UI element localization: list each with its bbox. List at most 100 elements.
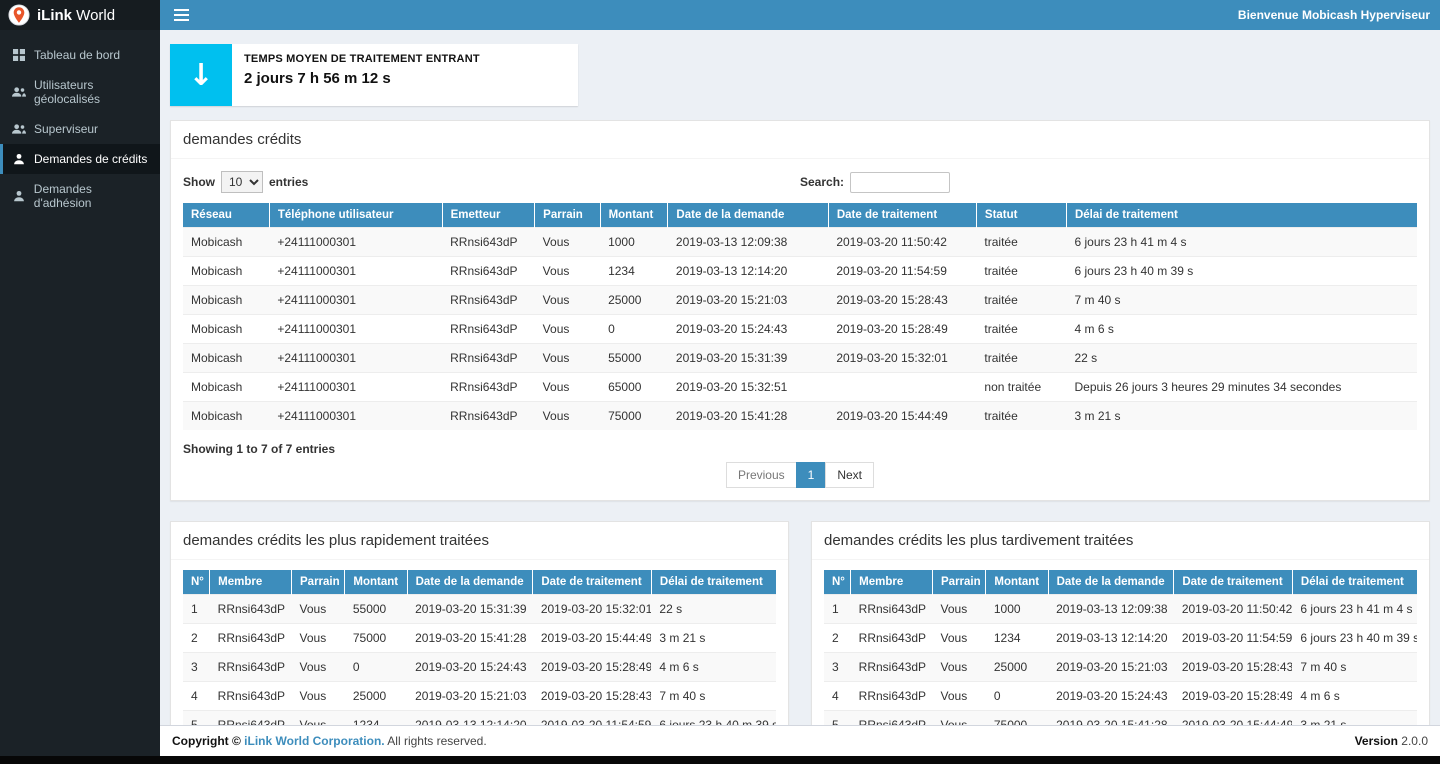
table-row: Mobicash+24111000301RRnsi643dPVous02019-… (183, 315, 1417, 344)
table-cell (828, 373, 976, 402)
datatable-controls: Show 10 entries Search: (183, 171, 1417, 193)
table-cell: 2019-03-20 15:32:01 (828, 344, 976, 373)
column-header[interactable]: Date de la demande (1048, 570, 1174, 595)
table-cell: 7 m 40 s (1066, 286, 1417, 315)
table-cell: Vous (292, 624, 345, 653)
column-header[interactable]: Parrain (933, 570, 986, 595)
column-header[interactable]: Montant (600, 203, 668, 228)
infobox-value: 2 jours 7 h 56 m 12 s (244, 70, 480, 87)
entries-label: entries (269, 175, 308, 189)
table-cell: 2019-03-20 15:21:03 (668, 286, 828, 315)
infobox-text: TEMPS MOYEN DE TRAITEMENT ENTRANT 2 jour… (232, 44, 492, 106)
column-header[interactable]: Parrain (535, 203, 600, 228)
table-cell: Mobicash (183, 228, 269, 257)
column-header[interactable]: Montant (345, 570, 407, 595)
sidebar-item-demandes-d-adhesion[interactable]: Demandes d'adhésion (0, 174, 160, 218)
table-cell: 3 (183, 653, 210, 682)
search-control: Search: (800, 172, 1417, 193)
sidebar-item-utilisateurs-geolocalises[interactable]: Utilisateurs géolocalisés (0, 70, 160, 114)
brand-text-bold: iLink (37, 7, 72, 24)
column-header[interactable]: Emetteur (442, 203, 535, 228)
page-length-select[interactable]: 10 (221, 171, 263, 193)
table-cell: 2019-03-20 15:24:43 (668, 315, 828, 344)
column-header[interactable]: Réseau (183, 203, 269, 228)
table-cell: +24111000301 (269, 344, 442, 373)
rights-text: All rights reserved. (385, 734, 487, 748)
table-header-row: N°MembreParrainMontantDate de la demande… (824, 570, 1417, 595)
table-cell: Vous (933, 595, 986, 624)
column-header[interactable]: Montant (986, 570, 1048, 595)
slowest-panel-body: N°MembreParrainMontantDate de la demande… (812, 560, 1429, 751)
column-header[interactable]: Date de traitement (828, 203, 976, 228)
table-cell: RRnsi643dP (851, 595, 933, 624)
table-cell: 25000 (600, 286, 668, 315)
table-cell: 22 s (1066, 344, 1417, 373)
table-cell: 2019-03-20 15:24:43 (407, 653, 533, 682)
table-cell: 7 m 40 s (1292, 653, 1417, 682)
column-header[interactable]: N° (824, 570, 851, 595)
fastest-panel-body: N°MembreParrainMontantDate de la demande… (171, 560, 788, 751)
brand[interactable]: iLink World (0, 0, 160, 30)
table-cell: traitée (976, 286, 1066, 315)
column-header[interactable]: Date de la demande (407, 570, 533, 595)
credits-panel: demandes crédits Show 10 entries Search:… (170, 120, 1430, 501)
column-header[interactable]: Date de traitement (533, 570, 652, 595)
table-cell: 1 (183, 595, 210, 624)
table-cell: 1234 (986, 624, 1048, 653)
table-cell: 2019-03-20 15:28:49 (828, 315, 976, 344)
users-group-icon (12, 86, 26, 98)
search-input[interactable] (850, 172, 950, 193)
sidebar-item-superviseur[interactable]: Superviseur (0, 114, 160, 144)
table-cell: 2019-03-13 12:14:20 (668, 257, 828, 286)
column-header[interactable]: Parrain (292, 570, 345, 595)
table-cell: +24111000301 (269, 286, 442, 315)
column-header[interactable]: Délai de traitement (1066, 203, 1417, 228)
sidebar-item-label: Demandes de crédits (34, 152, 147, 166)
hamburger-icon[interactable] (160, 0, 202, 30)
table-header-row: RéseauTéléphone utilisateurEmetteurParra… (183, 203, 1417, 228)
column-header[interactable]: Délai de traitement (1292, 570, 1417, 595)
sidebar-item-tableau-de-bord[interactable]: Tableau de bord (0, 40, 160, 70)
column-header[interactable]: Membre (210, 570, 292, 595)
table-cell: 2019-03-20 15:44:49 (533, 624, 652, 653)
sidebar-item-label: Superviseur (34, 122, 98, 136)
slowest-processed-panel: demandes crédits les plus tardivement tr… (811, 521, 1430, 752)
table-cell: Vous (535, 286, 600, 315)
show-label: Show (183, 175, 215, 189)
table-cell: 2019-03-20 11:54:59 (828, 257, 976, 286)
column-header[interactable]: Date de traitement (1174, 570, 1293, 595)
table-cell: Vous (535, 257, 600, 286)
table-cell: RRnsi643dP (851, 653, 933, 682)
column-header[interactable]: N° (183, 570, 210, 595)
pagination-next-button[interactable]: Next (825, 462, 874, 488)
column-header[interactable]: Membre (851, 570, 933, 595)
table-info-text: Showing 1 to 7 of 7 entries (183, 442, 1417, 456)
users-group-icon (12, 123, 26, 135)
column-header[interactable]: Statut (976, 203, 1066, 228)
table-cell: 3 m 21 s (1066, 402, 1417, 431)
table-cell: RRnsi643dP (851, 624, 933, 653)
column-header[interactable]: Délai de traitement (651, 570, 776, 595)
table-cell: RRnsi643dP (442, 257, 535, 286)
table-cell: RRnsi643dP (851, 682, 933, 711)
sidebar-item-label: Demandes d'adhésion (34, 182, 151, 210)
table-row: 3RRnsi643dPVous250002019-03-20 15:21:032… (824, 653, 1417, 682)
table-cell: 75000 (600, 402, 668, 431)
pagination-previous-button[interactable]: Previous (726, 462, 797, 488)
table-cell: 2019-03-20 15:41:28 (407, 624, 533, 653)
column-header[interactable]: Téléphone utilisateur (269, 203, 442, 228)
table-row: Mobicash+24111000301RRnsi643dPVous123420… (183, 257, 1417, 286)
sidebar-item-demandes-de-credits[interactable]: Demandes de crédits (0, 144, 160, 174)
table-cell: non traitée (976, 373, 1066, 402)
down-arrow-icon: ↓ (170, 44, 232, 106)
table-cell: 65000 (600, 373, 668, 402)
table-cell: 2019-03-20 15:28:43 (533, 682, 652, 711)
pagination-page-1-button[interactable]: 1 (796, 462, 827, 488)
company-link[interactable]: iLink World Corporation. (244, 734, 384, 748)
table-cell: 2019-03-20 11:50:42 (1174, 595, 1293, 624)
column-header[interactable]: Date de la demande (668, 203, 828, 228)
table-cell: Vous (292, 595, 345, 624)
credits-panel-title: demandes crédits (171, 121, 1429, 159)
table-row: 1RRnsi643dPVous10002019-03-13 12:09:3820… (824, 595, 1417, 624)
table-cell: 1000 (986, 595, 1048, 624)
